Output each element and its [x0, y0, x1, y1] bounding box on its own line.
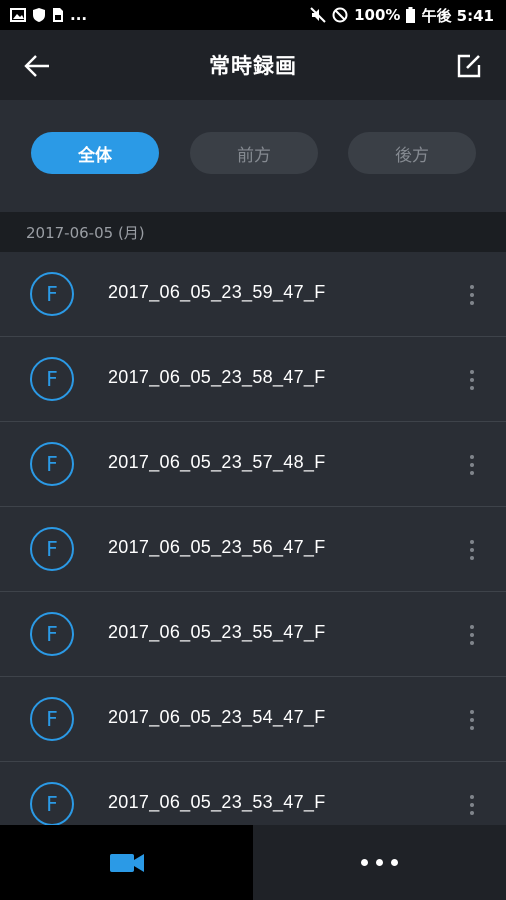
more-vertical-icon[interactable] — [460, 620, 484, 650]
back-button[interactable] — [22, 51, 52, 81]
list-item[interactable]: F 2017_06_05_23_56_47_F — [0, 507, 506, 592]
image-icon — [10, 8, 26, 22]
file-name: 2017_06_05_23_53_47_F — [108, 792, 326, 812]
more-vertical-icon[interactable] — [460, 535, 484, 565]
more-vertical-icon[interactable] — [460, 705, 484, 735]
file-name: 2017_06_05_23_54_47_F — [108, 707, 326, 727]
nav-tab-more[interactable] — [253, 825, 506, 900]
do-not-disturb-icon — [332, 7, 348, 23]
filter-front-button[interactable]: 前方 — [190, 132, 318, 174]
file-name: 2017_06_05_23_58_47_F — [108, 367, 326, 387]
front-badge: F — [30, 782, 74, 825]
app-bar: 常時録画 — [0, 30, 506, 100]
front-badge: F — [30, 442, 74, 486]
front-badge: F — [30, 697, 74, 741]
filter-rear-button[interactable]: 後方 — [348, 132, 476, 174]
list-item[interactable]: F 2017_06_05_23_57_48_F — [0, 422, 506, 507]
list-item[interactable]: F 2017_06_05_23_58_47_F — [0, 337, 506, 422]
list-item[interactable]: F 2017_06_05_23_59_47_F — [0, 252, 506, 337]
nav-tab-recordings[interactable] — [0, 825, 253, 900]
file-name: 2017_06_05_23_57_48_F — [108, 452, 326, 472]
front-badge: F — [30, 612, 74, 656]
status-ellipsis: ... — [70, 6, 88, 24]
bottom-nav — [0, 825, 506, 900]
front-badge: F — [30, 527, 74, 571]
edit-icon — [457, 54, 481, 78]
battery-percent: 100% — [354, 6, 401, 24]
more-horizontal-icon — [361, 859, 398, 866]
file-name: 2017_06_05_23_56_47_F — [108, 537, 326, 557]
more-vertical-icon[interactable] — [460, 790, 484, 820]
video-camera-icon — [109, 853, 144, 872]
list-item[interactable]: F 2017_06_05_23_54_47_F — [0, 677, 506, 762]
mute-icon — [310, 7, 326, 23]
page-title: 常時録画 — [209, 54, 297, 78]
status-bar-right: 100% 午後 5:41 — [310, 5, 494, 26]
date-header: 2017-06-05 (月) — [0, 212, 506, 252]
file-name: 2017_06_05_23_55_47_F — [108, 622, 326, 642]
more-vertical-icon[interactable] — [460, 365, 484, 395]
recording-list: F 2017_06_05_23_59_47_F F 2017_06_05_23_… — [0, 252, 506, 825]
status-bar-left: ... — [10, 6, 87, 24]
sim-icon — [52, 7, 64, 23]
clock: 午後 5:41 — [421, 6, 494, 25]
list-item[interactable]: F 2017_06_05_23_55_47_F — [0, 592, 506, 677]
back-arrow-icon — [24, 55, 49, 77]
filter-all-button[interactable]: 全体 — [31, 132, 159, 174]
edit-button[interactable] — [454, 51, 484, 81]
battery-icon — [406, 7, 416, 23]
list-item[interactable]: F 2017_06_05_23_53_47_F — [0, 762, 506, 825]
status-bar: ... 100% 午後 5:41 — [0, 0, 506, 30]
front-badge: F — [30, 357, 74, 401]
file-name: 2017_06_05_23_59_47_F — [108, 282, 326, 302]
more-vertical-icon[interactable] — [460, 280, 484, 310]
front-badge: F — [30, 272, 74, 316]
filter-area: 全体 前方 後方 — [0, 100, 506, 212]
shield-icon — [32, 7, 46, 23]
more-vertical-icon[interactable] — [460, 450, 484, 480]
